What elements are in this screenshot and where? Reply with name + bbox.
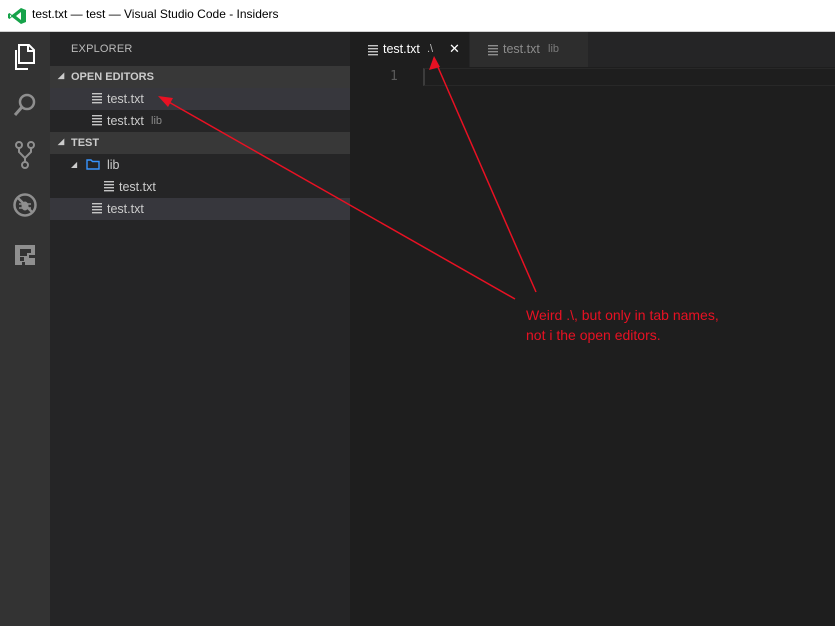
search-icon (13, 93, 36, 116)
file-icon (92, 93, 102, 104)
collapse-chevron-icon: ◢ (58, 137, 65, 146)
debug-icon (13, 193, 37, 217)
file-name: test.txt (119, 180, 156, 194)
open-editor-description: lib (151, 115, 163, 127)
debug-activity-button[interactable] (0, 180, 50, 230)
sidebar-title: EXPLORER (71, 43, 133, 55)
tree-folder-lib[interactable]: ◢ lib (50, 154, 350, 176)
window-title: test.txt — test — Visual Studio Code - I… (32, 7, 279, 21)
git-branch-icon (15, 141, 35, 169)
open-editor-name: test.txt (107, 114, 144, 128)
folder-chevron-icon: ◢ (71, 160, 78, 169)
tab-label: test.txt (383, 42, 420, 56)
extensions-activity-button[interactable] (0, 230, 50, 280)
open-editor-name: test.txt (107, 92, 144, 106)
line-number: 1 (390, 69, 398, 84)
tree-file[interactable]: test.txt (50, 198, 350, 220)
title-bar: test.txt — test — Visual Studio Code - I… (0, 0, 835, 32)
open-editors-header[interactable]: ◢ OPEN EDITORS (50, 66, 350, 88)
tab-inactive[interactable]: test.txt lib (470, 32, 588, 67)
search-activity-button[interactable] (0, 80, 50, 130)
file-icon (92, 203, 102, 214)
collapse-chevron-icon: ◢ (58, 71, 65, 80)
annotation-note: Weird .\, but only in tab names, not i t… (526, 307, 719, 343)
file-name: test.txt (107, 202, 144, 216)
workspace-header[interactable]: ◢ TEST (50, 132, 350, 154)
tab-description: lib (548, 43, 560, 55)
close-icon[interactable]: ✕ (449, 41, 460, 57)
file-icon (92, 115, 102, 126)
tab-description: .\ (427, 43, 434, 55)
file-icon (368, 45, 378, 56)
explorer-sidebar: EXPLORER ◢ OPEN EDITORS test.txt test.tx… (50, 32, 350, 626)
tree-file[interactable]: test.txt (50, 176, 350, 198)
files-icon (15, 44, 35, 70)
folder-icon (86, 159, 100, 170)
source-control-activity-button[interactable] (0, 130, 50, 180)
file-icon (488, 45, 498, 56)
open-editor-item[interactable]: test.txt lib (50, 110, 350, 132)
explorer-activity-button[interactable] (0, 32, 50, 82)
vscode-logo-icon (8, 8, 26, 24)
extensions-icon (15, 245, 35, 265)
file-icon (104, 181, 114, 192)
tab-bar: test.txt .\ ✕ test.txt lib (350, 32, 835, 67)
open-editor-item[interactable]: test.txt (50, 88, 350, 110)
activity-bar (0, 32, 50, 626)
folder-name: lib (107, 158, 120, 172)
tab-active[interactable]: test.txt .\ ✕ (350, 32, 469, 67)
tab-label: test.txt (503, 42, 540, 56)
current-line-highlight[interactable] (423, 68, 835, 86)
